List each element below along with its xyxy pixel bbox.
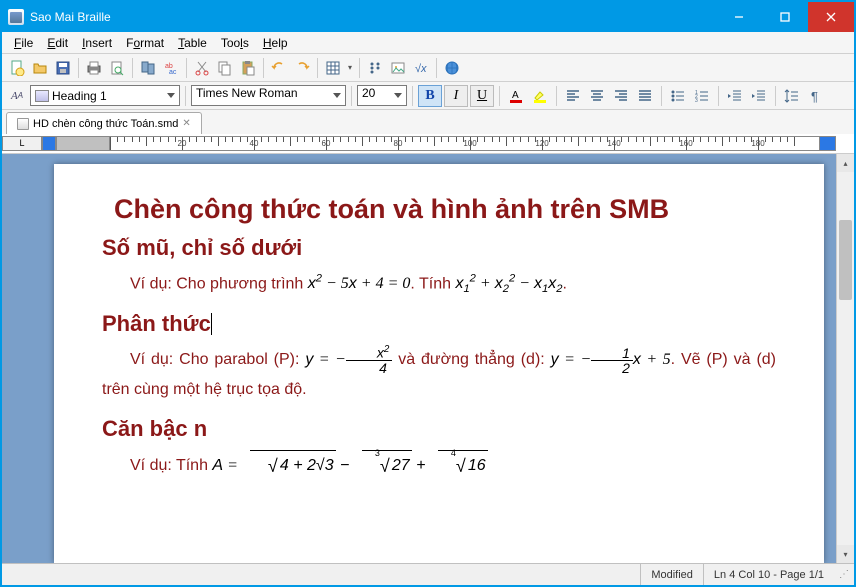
numbering-icon[interactable]: 123	[691, 85, 713, 107]
table-drop[interactable]: ▾	[345, 63, 355, 72]
object-icon[interactable]	[387, 57, 409, 79]
open-icon[interactable]	[29, 57, 51, 79]
text-cursor	[211, 313, 212, 335]
save-icon[interactable]	[52, 57, 74, 79]
document-tabstrip: HD chèn công thức Toán.smd ✕	[2, 110, 854, 134]
vertical-scrollbar[interactable]: ▴ ▾	[836, 154, 854, 563]
minimize-button[interactable]	[716, 2, 762, 32]
size-combo[interactable]: 20	[357, 85, 407, 106]
scroll-down-icon[interactable]: ▾	[837, 545, 854, 563]
paragraph-3: Ví dụ: Tính A = 4 + 2√3 − 327 + 416	[102, 450, 776, 481]
svg-text:ac: ac	[169, 69, 177, 76]
replace-icon[interactable]: abac	[160, 57, 182, 79]
page: Chèn công thức toán và hình ảnh trên SMB…	[54, 164, 824, 563]
bold-button[interactable]: B	[418, 85, 442, 107]
print-icon[interactable]	[83, 57, 105, 79]
font-combo[interactable]: Times New Roman	[191, 85, 346, 106]
highlight-icon[interactable]	[529, 85, 551, 107]
web-icon[interactable]	[441, 57, 463, 79]
indent-icon[interactable]	[748, 85, 770, 107]
style-combo[interactable]: Heading 1	[30, 85, 180, 106]
svg-text:3: 3	[695, 98, 698, 104]
svg-text:¶: ¶	[811, 89, 818, 104]
copy-icon[interactable]	[214, 57, 236, 79]
svg-text:A: A	[512, 90, 519, 101]
heading-2: Phân thức	[102, 311, 776, 337]
titlebar: Sao Mai Braille	[2, 2, 854, 32]
font-color-icon[interactable]: A	[505, 85, 527, 107]
align-center-icon[interactable]	[586, 85, 608, 107]
document-tab[interactable]: HD chèn công thức Toán.smd ✕	[6, 112, 202, 134]
paragraph-icon[interactable]: ¶	[805, 85, 827, 107]
align-left-icon[interactable]	[562, 85, 584, 107]
underline-button[interactable]: U	[470, 85, 494, 107]
format-toolbar: AA Heading 1 Times New Roman 20 B I U A …	[2, 82, 854, 110]
close-tab-icon[interactable]: ✕	[182, 118, 190, 129]
window-title: Sao Mai Braille	[30, 10, 716, 24]
menu-help[interactable]: Help	[256, 34, 295, 52]
menu-file[interactable]: File	[7, 34, 40, 52]
bullets-icon[interactable]	[667, 85, 689, 107]
svg-text:√x: √x	[415, 63, 427, 75]
menu-edit[interactable]: Edit	[40, 34, 75, 52]
redo-icon[interactable]	[291, 57, 313, 79]
paragraph-1: Ví dụ: Cho phương trình x2 − 5x + 4 = 0.…	[102, 269, 776, 301]
equation-icon[interactable]: √x	[410, 57, 432, 79]
menu-tools[interactable]: Tools	[214, 34, 256, 52]
app-icon	[8, 9, 24, 25]
styles-icon[interactable]: AA	[6, 85, 28, 107]
heading-1: Số mũ, chỉ số dưới	[102, 235, 776, 261]
ruler[interactable]: L 20406080100120140160180	[2, 134, 854, 154]
status-modified: Modified	[640, 564, 703, 585]
find-icon[interactable]	[137, 57, 159, 79]
scroll-up-icon[interactable]: ▴	[837, 154, 854, 172]
resize-grip-icon[interactable]: ⋰	[834, 569, 854, 580]
italic-button[interactable]: I	[444, 85, 468, 107]
menu-format[interactable]: Format	[119, 34, 171, 52]
paste-icon[interactable]	[237, 57, 259, 79]
page-area[interactable]: Chèn công thức toán và hình ảnh trên SMB…	[2, 154, 854, 563]
preview-icon[interactable]	[106, 57, 128, 79]
outdent-icon[interactable]	[724, 85, 746, 107]
close-button[interactable]	[808, 2, 854, 32]
menu-insert[interactable]: Insert	[75, 34, 119, 52]
document-icon	[17, 118, 29, 130]
cut-icon[interactable]	[191, 57, 213, 79]
tab-label: HD chèn công thức Toán.smd	[33, 118, 178, 130]
status-position: Ln 4 Col 10 - Page 1/1	[703, 564, 834, 585]
menu-table[interactable]: Table	[171, 34, 214, 52]
new-icon[interactable]	[6, 57, 28, 79]
braille-icon[interactable]	[364, 57, 386, 79]
line-spacing-icon[interactable]	[781, 85, 803, 107]
page-title: Chèn công thức toán và hình ảnh trên SMB	[102, 194, 776, 225]
paragraph-2: Ví dụ: Cho parabol (P): y = −x24 và đườn…	[102, 345, 776, 406]
statusbar: Modified Ln 4 Col 10 - Page 1/1 ⋰	[2, 563, 854, 585]
align-right-icon[interactable]	[610, 85, 632, 107]
undo-icon[interactable]	[268, 57, 290, 79]
main-toolbar: abac ▾ √x	[2, 54, 854, 82]
table-insert-icon[interactable]	[322, 57, 344, 79]
maximize-button[interactable]	[762, 2, 808, 32]
heading-3: Căn bậc n	[102, 416, 776, 442]
align-justify-icon[interactable]	[634, 85, 656, 107]
scroll-thumb[interactable]	[839, 220, 852, 300]
menubar: File Edit Insert Format Table Tools Help	[2, 32, 854, 54]
